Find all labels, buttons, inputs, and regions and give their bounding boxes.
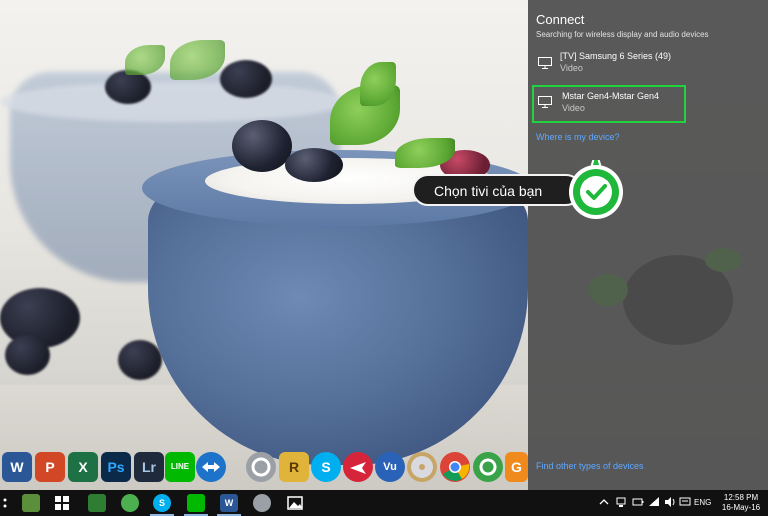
wallpaper-berry <box>105 70 151 104</box>
connect-panel: Connect Searching for wireless display a… <box>528 0 768 490</box>
input-language[interactable]: ENG <box>694 498 711 507</box>
monitor-icon <box>538 57 552 69</box>
device-type: Video <box>560 63 583 73</box>
excel-icon[interactable]: X <box>68 452 98 482</box>
taskbar: S W ENG 12:58 PM 16-May-16 <box>0 490 768 516</box>
panel-background-blur <box>588 248 741 345</box>
taskbar-word-icon[interactable]: W <box>220 494 238 512</box>
wallpaper-leaf <box>125 45 165 75</box>
clock-date: 16-May-16 <box>721 503 761 512</box>
utility-icon[interactable] <box>246 452 276 482</box>
taskbar-clock[interactable]: 12:58 PM 16-May-16 <box>718 493 764 513</box>
powerpoint-icon[interactable]: P <box>35 452 65 482</box>
find-other-devices-link[interactable]: Find other types of devices <box>536 461 644 471</box>
wallpaper-berry <box>118 340 162 380</box>
photoshop-icon[interactable]: Ps <box>101 452 131 482</box>
chevron-up-icon[interactable] <box>598 496 610 508</box>
callout-bubble: Chọn tivi của bạn <box>412 174 582 206</box>
wifi-icon[interactable] <box>648 496 660 508</box>
wallpaper-blueberry <box>285 148 343 182</box>
r-app-icon[interactable]: R <box>279 452 309 482</box>
network-icon[interactable] <box>615 496 627 508</box>
device-name: Mstar Gen4-Mstar Gen4 <box>562 91 660 101</box>
chrome-icon[interactable] <box>440 452 470 482</box>
device-mstar-gen4[interactable]: Mstar Gen4-Mstar Gen4 Video <box>532 85 686 123</box>
foxit-icon[interactable]: G <box>505 452 528 482</box>
callout-text: Chọn tivi của bạn <box>434 183 543 199</box>
taskbar-green-app-icon[interactable] <box>88 494 106 512</box>
notifications-icon[interactable] <box>679 496 691 508</box>
dvd-icon[interactable] <box>407 452 437 482</box>
wallpaper-blackberry <box>232 120 292 172</box>
red-app-icon[interactable] <box>343 452 373 482</box>
taskbar-utility-icon[interactable] <box>253 494 271 512</box>
wallpaper-berry <box>5 335 50 375</box>
device-type: Video <box>562 103 585 113</box>
wallpaper-berry <box>220 60 272 98</box>
lightroom-icon[interactable]: Lr <box>134 452 164 482</box>
wallpaper-background-rim <box>0 82 345 122</box>
skype-icon[interactable]: S <box>311 452 341 482</box>
taskbar-app-icon[interactable] <box>22 494 40 512</box>
taskbar-photos-icon[interactable] <box>286 494 304 512</box>
taskbar-chat-icon[interactable] <box>121 494 139 512</box>
app-dock: W P X Ps Lr LINE R S Vu G <box>0 452 528 486</box>
device-samsung-tv[interactable]: [TV] Samsung 6 Series (49) Video <box>532 46 686 84</box>
start-icon[interactable] <box>2 497 12 509</box>
windows-logo-icon[interactable] <box>53 494 71 512</box>
clock-time: 12:58 PM <box>723 493 759 502</box>
monitor-icon <box>538 96 552 108</box>
where-is-my-device-link[interactable]: Where is my device? <box>536 132 620 142</box>
connect-title: Connect <box>536 12 585 27</box>
check-circle-icon <box>569 160 623 219</box>
taskbar-skype-icon[interactable]: S <box>153 494 171 512</box>
battery-icon[interactable] <box>632 496 644 508</box>
word-icon[interactable]: W <box>2 452 32 482</box>
volume-icon[interactable] <box>664 496 676 508</box>
taskbar-line-icon[interactable] <box>187 494 205 512</box>
vu-app-icon[interactable]: Vu <box>375 452 405 482</box>
connect-subtitle: Searching for wireless display and audio… <box>536 30 709 39</box>
green-app-icon[interactable] <box>473 452 503 482</box>
device-name: [TV] Samsung 6 Series (49) <box>560 51 672 61</box>
line-icon[interactable]: LINE <box>165 452 195 482</box>
teamviewer-icon[interactable] <box>196 452 226 482</box>
